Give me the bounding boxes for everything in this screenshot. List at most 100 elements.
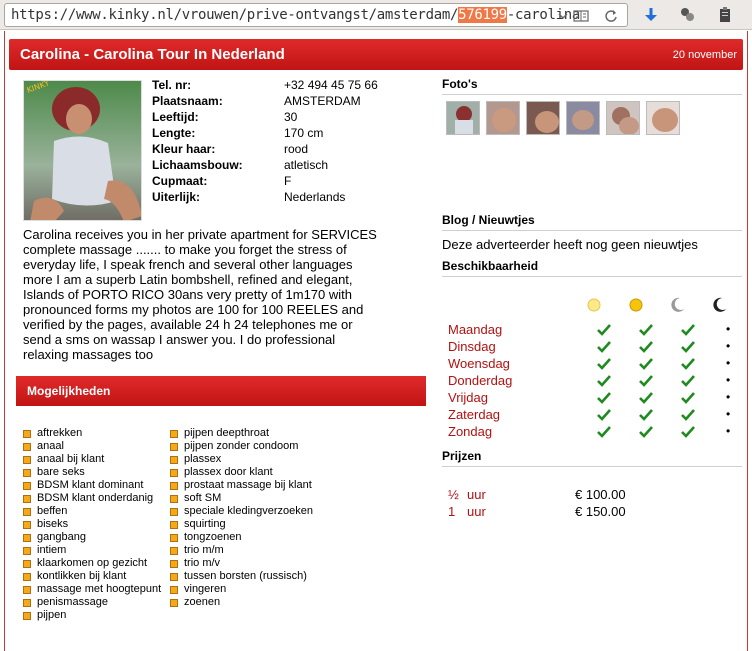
bullet-icon <box>23 547 31 555</box>
option-item: prostaat massage bij klant <box>170 479 313 492</box>
info-row-tel: Tel. nr: +32 494 45 75 66 <box>152 78 378 92</box>
bullet-icon <box>23 586 31 594</box>
bullet-icon <box>23 560 31 568</box>
address-bar[interactable]: https://www.kinky.nl/vrouwen/prive-ontva… <box>4 3 628 27</box>
divider <box>442 466 742 467</box>
photo-thumbnail[interactable] <box>446 101 480 135</box>
check-icon <box>597 324 611 336</box>
bullet-icon <box>170 469 178 477</box>
bullet-icon <box>170 599 178 607</box>
reader-view-icon[interactable] <box>573 9 589 23</box>
check-icon <box>639 341 653 353</box>
bullet-icon <box>23 521 31 529</box>
url-text[interactable]: https://www.kinky.nl/vrouwen/prive-ontva… <box>11 7 580 23</box>
check-icon <box>681 409 695 421</box>
option-item: vingeren <box>170 583 313 596</box>
profile-title: Carolina - Carolina Tour In Nederland <box>20 46 285 63</box>
option-item: tongzoenen <box>170 531 313 544</box>
check-icon <box>639 375 653 387</box>
info-row-plaats: Plaatsnaam: AMSTERDAM <box>152 94 361 108</box>
option-item: bare seks <box>23 466 161 479</box>
profile-page: Carolina - Carolina Tour In Nederland 20… <box>4 31 748 651</box>
phone-number[interactable]: +32 494 45 75 66 <box>284 78 378 92</box>
info-row-leeftijd: Leeftijd: 30 <box>152 110 298 124</box>
reload-icon[interactable] <box>603 9 619 23</box>
check-icon <box>681 358 695 370</box>
unavailable-dot-icon: • <box>726 322 731 336</box>
bullet-icon <box>170 443 178 451</box>
bullet-icon <box>23 456 31 464</box>
unavailable-dot-icon: • <box>726 356 731 370</box>
option-item: plassex door klant <box>170 466 313 479</box>
bullet-icon <box>23 508 31 516</box>
bullet-icon <box>23 573 31 581</box>
check-icon <box>597 409 611 421</box>
bullet-icon <box>170 521 178 529</box>
photo-thumbnail[interactable] <box>606 101 640 135</box>
check-icon <box>681 392 695 404</box>
bullet-icon <box>170 430 178 438</box>
check-icon <box>639 392 653 404</box>
photos-heading: Foto's <box>442 77 478 91</box>
bullet-icon <box>170 495 178 503</box>
bullet-icon <box>170 508 178 516</box>
check-icon <box>597 426 611 438</box>
bullet-icon <box>170 560 178 568</box>
download-icon[interactable] <box>642 6 660 24</box>
bullet-icon <box>23 534 31 542</box>
clipboard-icon[interactable] <box>716 6 734 24</box>
info-row-cup: Cupmaat: F <box>152 174 292 188</box>
photo-thumbnail[interactable] <box>646 101 680 135</box>
bullet-icon <box>23 443 31 451</box>
day-label: Dinsdag <box>448 339 496 354</box>
divider <box>442 276 742 277</box>
info-row-lengte: Lengte: 170 cm <box>152 126 324 140</box>
profile-header: Carolina - Carolina Tour In Nederland 20… <box>9 39 743 70</box>
bullet-icon <box>170 482 178 490</box>
blog-heading: Blog / Nieuwtjes <box>442 213 535 227</box>
bullet-icon <box>23 469 31 477</box>
day-label: Vrijdag <box>448 390 488 405</box>
divider <box>442 94 742 95</box>
photo-thumbnail[interactable] <box>566 101 600 135</box>
option-item: BDSM klant onderdanig <box>23 492 161 505</box>
bullet-icon <box>23 612 31 620</box>
afternoon-sun-icon <box>629 298 643 312</box>
option-item: gangbang <box>23 531 161 544</box>
night-moon-icon <box>713 297 726 312</box>
check-icon <box>681 341 695 353</box>
profile-photo[interactable]: KINKY <box>23 80 142 221</box>
options-column-1: aftrekken anaal anaal bij klant bare seks BD… <box>23 427 161 622</box>
option-item: penismassage <box>23 596 161 609</box>
bullet-icon <box>23 430 31 438</box>
unavailable-dot-icon: • <box>726 424 731 438</box>
info-row-lichaam: Lichaamsbouw: atletisch <box>152 158 329 172</box>
extensions-icon[interactable] <box>679 6 697 24</box>
check-icon <box>681 426 695 438</box>
option-item: aftrekken <box>23 427 161 440</box>
check-icon <box>681 324 695 336</box>
unavailable-dot-icon: • <box>726 373 731 387</box>
option-item: biseks <box>23 518 161 531</box>
check-icon <box>639 409 653 421</box>
profile-info: Tel. nr: +32 494 45 75 66 Plaatsnaam: AMST… <box>152 78 442 206</box>
bullet-icon <box>170 456 178 464</box>
option-item: anaal <box>23 440 161 453</box>
day-label: Zaterdag <box>448 407 501 422</box>
option-item: squirting <box>170 518 313 531</box>
bullet-icon <box>170 573 178 581</box>
option-item: klaarkomen op gezicht <box>23 557 161 570</box>
option-item: trio m/v <box>170 557 313 570</box>
photo-thumbnail[interactable] <box>486 101 520 135</box>
bullet-icon <box>170 586 178 594</box>
day-label: Donderdag <box>448 373 513 388</box>
photo-thumbnail[interactable] <box>526 101 560 135</box>
check-icon <box>639 426 653 438</box>
option-item: trio m/m <box>170 544 313 557</box>
check-icon <box>639 324 653 336</box>
option-item: intiem <box>23 544 161 557</box>
url-dropdown-icon[interactable] <box>558 12 568 20</box>
option-item: zoenen <box>170 596 313 609</box>
unavailable-dot-icon: • <box>726 339 731 353</box>
bullet-icon <box>23 482 31 490</box>
